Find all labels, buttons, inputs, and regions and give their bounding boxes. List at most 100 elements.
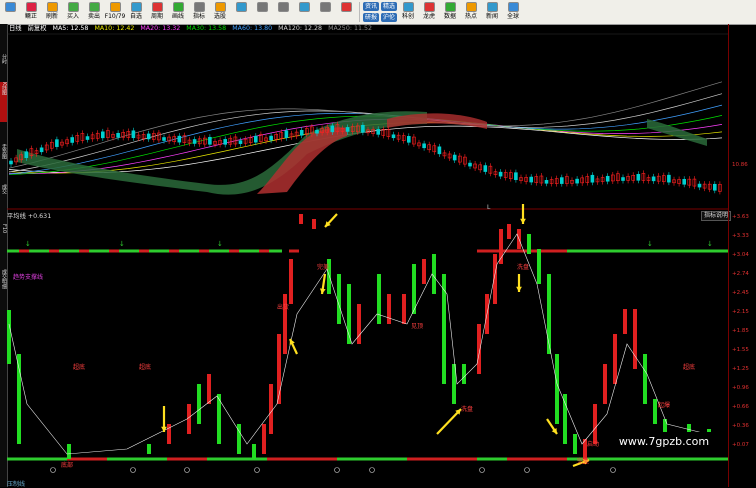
chart-area[interactable]: ↓ ↓ ↓ ↓ ↓ 日线 前复权 MA5: 12.58 MA10: 12.42 MA20… bbox=[7, 24, 756, 488]
toolbar-button-6[interactable]: 自选 bbox=[126, 0, 146, 24]
pill-button-1[interactable]: 研报 bbox=[363, 13, 380, 22]
indicator-bar bbox=[613, 334, 617, 384]
toolbar-separator bbox=[359, 2, 360, 22]
forward-icon bbox=[88, 2, 100, 12]
main-toolbar: 鳜正 刷新 买入 卖出 F10/79 自选 周期 画线 指标 选股 资讯研报 精选沪伦 科创 龙虎 数据 热点… bbox=[0, 0, 756, 25]
adjust-label: 前复权 bbox=[27, 25, 47, 32]
sidebar-tab-0[interactable] bbox=[0, 26, 7, 52]
toolbar-button-9[interactable]: 指标 bbox=[189, 0, 209, 24]
toolbar-button-b2[interactable]: 数据 bbox=[440, 0, 460, 24]
indicator-bar bbox=[7, 310, 11, 364]
watermark: www.7gpzb.com bbox=[606, 432, 722, 452]
indicator-bar bbox=[197, 384, 201, 424]
indicator-bar bbox=[412, 264, 416, 314]
toolbar-button-15[interactable] bbox=[315, 0, 335, 24]
toolbar-label: F10/79 bbox=[104, 13, 126, 20]
f1079-icon bbox=[193, 2, 205, 12]
price-candle bbox=[101, 131, 105, 139]
ma-line-5 bbox=[8, 93, 723, 173]
ma5-label: MA5: 12.58 bbox=[52, 25, 89, 32]
pen-icon bbox=[277, 2, 289, 12]
sidebar-tab-4[interactable]: 成交 bbox=[0, 184, 7, 222]
indicator-title: 平均线 +0.631 bbox=[7, 213, 52, 220]
toolbar-label: 全球 bbox=[507, 13, 520, 20]
indicator-bar bbox=[527, 234, 531, 254]
sidebar-tab-6[interactable]: 成交明细 bbox=[0, 269, 7, 319]
indicator-help-button[interactable]: 指标说明 bbox=[701, 211, 732, 221]
price-candle bbox=[9, 160, 13, 165]
price-candle bbox=[70, 137, 75, 143]
ma20-label: MA20: 13.32 bbox=[140, 25, 181, 32]
toolbar-button-11[interactable] bbox=[231, 0, 251, 24]
indicator-tick: +3.04 bbox=[732, 252, 749, 258]
indicator-bar bbox=[653, 399, 657, 424]
toolbar-button-13[interactable] bbox=[273, 0, 293, 24]
sidebar-tab-1[interactable]: 分时 bbox=[0, 54, 7, 80]
bottom-circle-icon bbox=[334, 467, 340, 473]
toolbar-button-2[interactable]: 刷新 bbox=[42, 0, 62, 24]
price-candle bbox=[131, 130, 136, 139]
bottom-circle-icon bbox=[50, 467, 56, 473]
right-price-axis: 10.86 +3.63 +3.33 +3.04 +2.74 +2.45 +2.15 +1.85… bbox=[728, 24, 756, 487]
pill-button-2[interactable]: 精选 bbox=[381, 2, 398, 11]
indicator-bar bbox=[422, 259, 426, 284]
grid-icon bbox=[4, 2, 16, 12]
face-icon bbox=[109, 2, 121, 12]
signal-label: 出货 bbox=[277, 304, 290, 311]
indicator-tick: +0.96 bbox=[732, 385, 749, 391]
chart-canvas[interactable]: ↓ ↓ ↓ ↓ ↓ bbox=[7, 24, 756, 487]
indicator-tick: +3.63 bbox=[732, 214, 749, 220]
toolbar-button-b1[interactable]: 龙虎 bbox=[419, 0, 439, 24]
indicator-bar bbox=[207, 374, 211, 404]
toolbar-button-3[interactable]: 买入 bbox=[63, 0, 83, 24]
toolbar-button-1[interactable]: 鳜正 bbox=[21, 0, 41, 24]
sidebar-tab-5[interactable]: F10 bbox=[0, 224, 7, 264]
toolbar-button-5[interactable]: F10/79 bbox=[105, 0, 125, 24]
price-candle bbox=[269, 135, 273, 141]
price-candle bbox=[422, 143, 426, 149]
indicator-bar bbox=[573, 434, 577, 454]
toolbar-button-14[interactable] bbox=[294, 0, 314, 24]
indicator-bar bbox=[187, 404, 191, 434]
indicator-bar bbox=[462, 364, 466, 384]
toolbar-button-b5[interactable]: 全球 bbox=[503, 0, 523, 24]
indicator-bar bbox=[537, 249, 541, 284]
toolbar-button-b3[interactable]: 热点 bbox=[461, 0, 481, 24]
price-candle bbox=[651, 176, 656, 182]
toolbar-label: 数据 bbox=[444, 13, 457, 20]
toolbar-button-16[interactable] bbox=[336, 0, 356, 24]
toolbar-label: 选股 bbox=[213, 13, 226, 20]
sidebar-tab-3[interactable]: 走势图 bbox=[0, 144, 7, 182]
pill-button-0[interactable]: 资讯 bbox=[363, 2, 380, 11]
toolbar-button-7[interactable]: 周期 bbox=[147, 0, 167, 24]
toolbar-button-0[interactable] bbox=[0, 0, 20, 24]
toolbar-button-8[interactable]: 画线 bbox=[168, 0, 188, 24]
toolbar-label: 周期 bbox=[150, 13, 163, 20]
toolbar-button-b4[interactable]: 新闻 bbox=[482, 0, 502, 24]
toolbar-button-12[interactable] bbox=[252, 0, 272, 24]
stock-icon bbox=[319, 2, 331, 12]
house-icon bbox=[46, 2, 58, 12]
indicator-bar bbox=[357, 304, 361, 344]
sidebar-tab-2[interactable]: K线图 bbox=[0, 82, 7, 122]
toolbar-button-b0[interactable]: 科创 bbox=[398, 0, 418, 24]
signal-label: 起爆 bbox=[658, 402, 671, 409]
price-candle bbox=[39, 147, 44, 153]
bottom-circle-icon bbox=[369, 467, 375, 473]
period-label: 日线 bbox=[9, 25, 22, 32]
down-arrow-icon: ↓ bbox=[707, 240, 713, 248]
indicator-bar bbox=[277, 334, 281, 404]
price-candle bbox=[483, 165, 488, 172]
bottom-circle-icon bbox=[610, 467, 616, 473]
indicator-bar bbox=[147, 444, 151, 454]
indicator-bar bbox=[633, 309, 637, 369]
price-candle bbox=[116, 132, 120, 138]
toolbar-label: 鳜正 bbox=[24, 13, 37, 20]
toolbar-button-10[interactable]: 选股 bbox=[210, 0, 230, 24]
indicator-bar bbox=[262, 424, 266, 454]
pill-button-3[interactable]: 沪伦 bbox=[381, 13, 398, 22]
toolbar-icon bbox=[465, 2, 477, 12]
toolbar-button-4[interactable]: 卖出 bbox=[84, 0, 104, 24]
indicator-tick: +2.74 bbox=[732, 271, 749, 277]
indicator-bar bbox=[337, 274, 341, 324]
